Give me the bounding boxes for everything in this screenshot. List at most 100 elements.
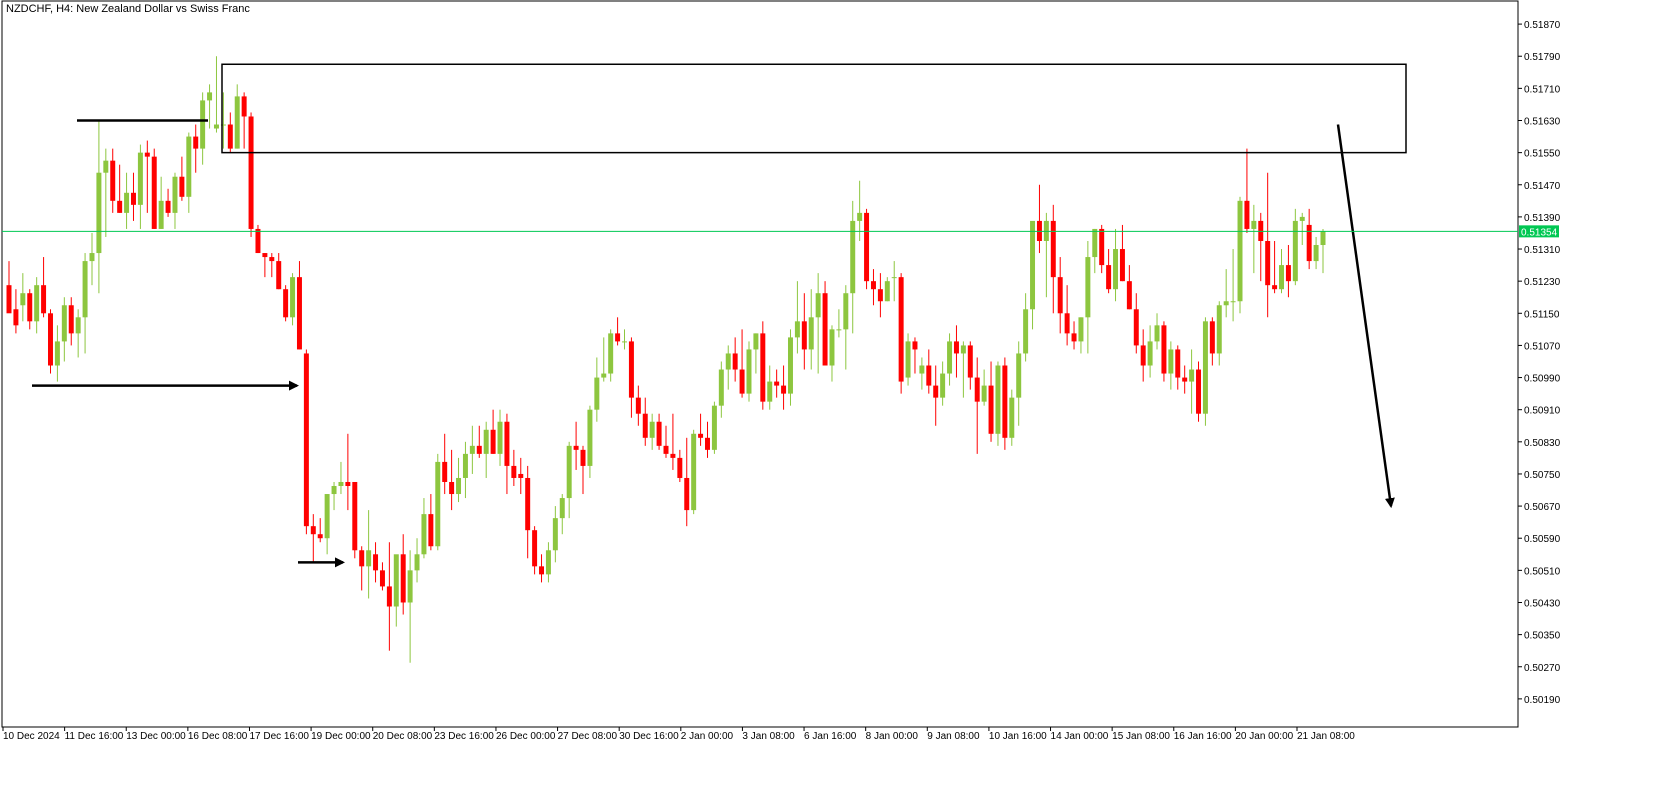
candle-body [386,586,392,607]
candle [1023,293,1029,362]
candle [787,329,793,406]
candle-body [545,550,551,575]
candle [1196,361,1202,422]
candle-body [269,257,275,262]
candle [504,413,510,495]
candle-body [843,293,849,330]
y-tick-label: 0.51710 [1524,84,1561,95]
candle-body [296,277,302,350]
y-tick-label: 0.51150 [1524,309,1560,320]
candle [1209,317,1215,366]
x-tick-label: 23 Dec 16:00 [434,731,494,742]
candle [442,433,448,495]
candle-body [352,481,358,551]
x-tick-label: 27 Dec 08:00 [558,731,618,742]
candle-body [594,377,600,410]
candle [1237,196,1243,314]
candle [580,445,586,495]
candle [283,285,289,322]
candle [1133,293,1139,354]
candle-body [96,172,102,254]
candle [539,554,545,583]
candle-body [449,481,455,495]
candle-body [974,377,980,402]
candle [469,425,475,474]
candle-body [324,494,330,539]
candle [130,172,136,221]
y-tick-label: 0.50910 [1524,406,1561,417]
candle [345,433,351,511]
candle-body [933,385,939,398]
candle [359,546,365,591]
candle-body [532,530,538,567]
candle [967,341,973,390]
candle [656,413,662,450]
candle [82,253,88,354]
candle [601,337,607,382]
candle-body [711,405,717,450]
candle-body [891,277,897,279]
candle [179,156,185,201]
y-tick-label: 0.50430 [1524,598,1561,609]
candle [1043,212,1049,298]
candle-body [276,261,282,290]
candle-body [393,554,399,607]
candle [1147,325,1153,378]
candle [1119,224,1125,282]
candle-body [48,313,53,366]
candle-body [34,285,40,322]
candle-body [566,445,572,499]
candle [857,180,863,241]
chart-canvas[interactable]: NZDCHF, H4: New Zealand Dollar vs Swiss … [0,0,1653,786]
current-price-label: 0.51354 [1521,227,1558,238]
candle-body [68,305,74,334]
candle-body [27,293,33,322]
candle-body [213,124,219,129]
x-tick-label: 21 Jan 08:00 [1297,731,1355,742]
candle-body [1320,231,1326,246]
candle-body [705,437,710,450]
candle-body [89,253,95,262]
x-tick-label: 19 Dec 00:00 [311,731,371,742]
candle-body [283,289,289,318]
candle [379,562,385,591]
candle-body [1113,249,1119,290]
y-tick-label: 0.51230 [1524,277,1561,288]
candle-body [1202,321,1208,414]
candle-body [649,421,655,438]
candle-body [414,554,420,571]
candle-body [379,570,385,587]
candle [635,385,641,426]
candle [6,261,12,314]
candle [525,465,531,559]
candle-body [608,333,614,374]
candle [877,273,883,318]
candle-body [130,192,136,205]
candle-body [186,136,192,197]
candle [663,425,669,458]
candle [566,441,572,519]
candle-body [82,261,88,318]
candle-body [801,321,807,350]
candle [677,449,683,482]
candle-body [1002,365,1008,438]
candle [75,309,81,358]
candlestick-chart[interactable]: 0.51870 0.51790 0.51710 0.51630 0.51550 0.514… [0,0,1653,786]
candle [1009,389,1015,446]
candle [1106,249,1112,294]
y-tick-label: 0.50670 [1524,502,1561,513]
x-tick-label: 11 Dec 16:00 [65,731,124,742]
candle-body [1251,220,1257,229]
candle [608,329,614,382]
candle [622,329,627,350]
y-tick-label: 0.50990 [1524,374,1561,385]
candle [61,297,67,362]
candle-body [310,526,316,535]
candle-body [1292,220,1298,282]
candle-body [1071,333,1077,342]
candle [117,164,123,213]
candle [511,449,517,487]
candle [158,176,164,229]
candle-body [428,514,434,547]
candle [27,289,33,330]
